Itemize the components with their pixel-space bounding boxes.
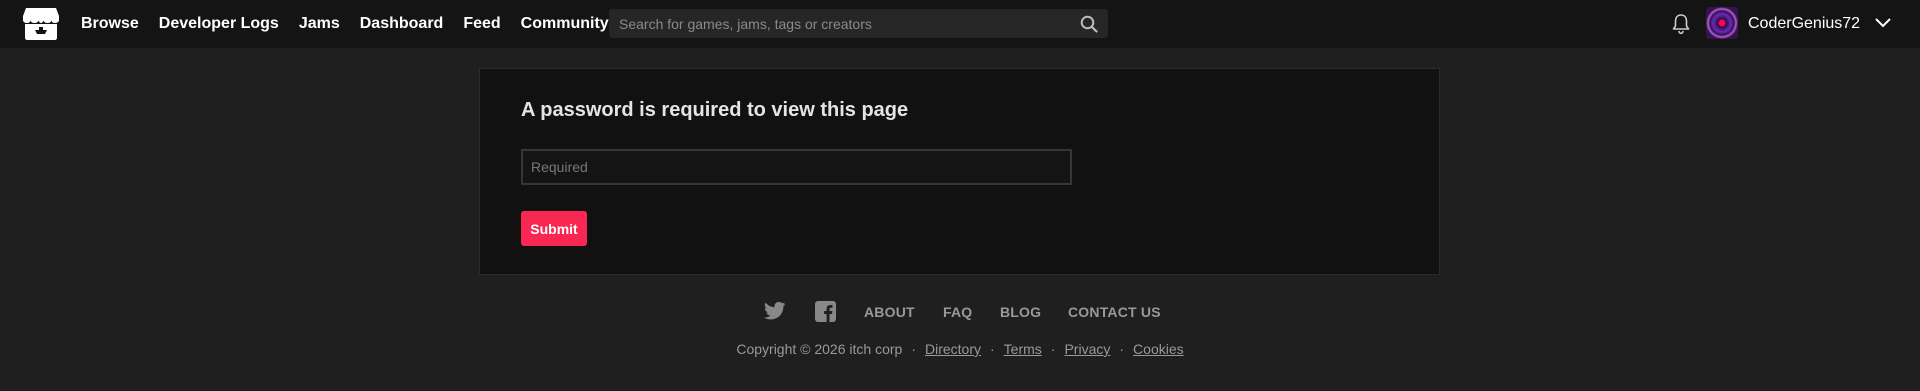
main-nav: Browse Developer Logs Jams Dashboard Fee…	[81, 0, 629, 48]
footer-link-faq[interactable]: FAQ	[943, 304, 972, 320]
legal-link-privacy[interactable]: Privacy	[1064, 341, 1110, 357]
password-card: A password is required to view this page…	[479, 68, 1440, 275]
footer-link-about[interactable]: ABOUT	[864, 304, 915, 320]
legal-link-terms[interactable]: Terms	[1004, 341, 1042, 357]
separator-dot: ·	[911, 341, 916, 357]
separator-dot: ·	[1119, 341, 1125, 357]
nav-developer-logs[interactable]: Developer Logs	[159, 15, 279, 33]
nav-feed[interactable]: Feed	[463, 15, 500, 33]
chevron-down-icon[interactable]	[1874, 16, 1892, 30]
separator-dot: ·	[990, 341, 995, 357]
search-box	[609, 9, 1108, 38]
itchio-logo-icon[interactable]	[22, 5, 60, 41]
search-icon[interactable]	[1080, 15, 1098, 33]
top-bar: Browse Developer Logs Jams Dashboard Fee…	[0, 0, 1920, 48]
legal-link-cookies[interactable]: Cookies	[1133, 341, 1184, 357]
username[interactable]: CoderGenius72	[1748, 0, 1860, 48]
footer-links: ABOUT FAQ BLOG CONTACT US	[0, 301, 1920, 323]
search-input[interactable]	[609, 9, 1069, 38]
footer-link-contact[interactable]: CONTACT US	[1068, 304, 1161, 320]
footer-link-blog[interactable]: BLOG	[1000, 304, 1041, 320]
page-title: A password is required to view this page	[521, 99, 909, 121]
password-field[interactable]	[521, 149, 1072, 185]
nav-jams[interactable]: Jams	[299, 15, 340, 33]
avatar[interactable]	[1706, 7, 1738, 39]
legal-link-directory[interactable]: Directory	[925, 341, 981, 357]
twitter-icon[interactable]	[764, 301, 786, 321]
separator-dot: ·	[1050, 341, 1056, 357]
nav-browse[interactable]: Browse	[81, 15, 139, 33]
copyright-line: Copyright © 2026 itch corp · Directory · Ter…	[0, 341, 1920, 357]
bell-icon[interactable]	[1671, 13, 1691, 35]
copyright-text: Copyright © 2026 itch corp	[736, 341, 903, 357]
submit-button[interactable]: Submit	[521, 211, 587, 246]
facebook-icon[interactable]	[815, 301, 836, 322]
nav-community[interactable]: Community	[521, 15, 609, 33]
nav-dashboard[interactable]: Dashboard	[360, 15, 444, 33]
